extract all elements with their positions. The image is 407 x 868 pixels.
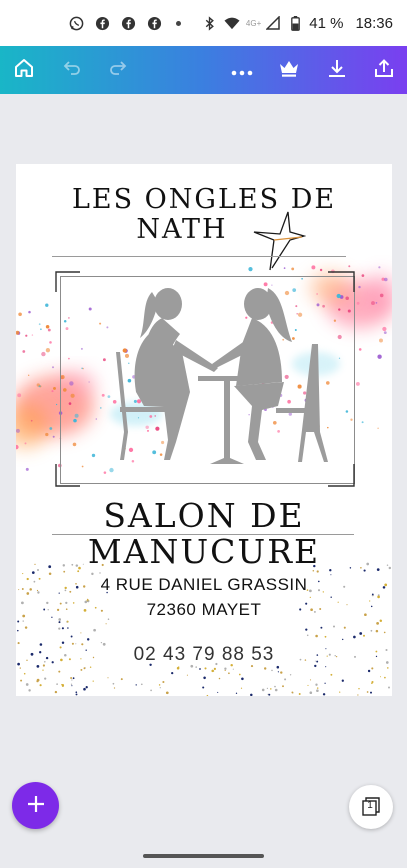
wifi-icon (224, 15, 240, 31)
heading-line2: MANUCURE (87, 532, 321, 571)
address-city: 72360 MAYET (146, 600, 262, 619)
share-icon (374, 58, 394, 82)
redo-icon (107, 57, 129, 83)
heading-line1: SALON DE (103, 496, 305, 535)
download-button[interactable] (317, 46, 357, 94)
more-options-button[interactable] (222, 46, 262, 94)
home-icon (13, 57, 35, 83)
undo-button[interactable] (52, 46, 92, 94)
premium-button[interactable] (269, 46, 309, 94)
battery-icon (287, 15, 303, 31)
home-button[interactable] (4, 46, 44, 94)
facebook-icon (120, 15, 136, 31)
undo-icon (61, 57, 83, 83)
share-button[interactable] (364, 46, 404, 94)
crown-icon (278, 58, 300, 82)
battery-percent: 41 % (309, 14, 344, 32)
more-dot-icon (176, 20, 181, 26)
status-bar: 4G+ 41 % 18:36 (0, 0, 407, 46)
page-count: 1 (367, 800, 373, 811)
design-canvas[interactable]: LES ONGLES DE NATH SALON DE MANUCURE 4 R… (16, 164, 392, 696)
signal-icon (265, 15, 281, 31)
facebook-icon (146, 15, 162, 31)
more-icon (231, 61, 253, 80)
network-type: 4G+ (245, 18, 262, 28)
facebook-icon (94, 15, 110, 31)
plus-icon (27, 795, 45, 817)
add-element-button[interactable] (12, 782, 59, 829)
address-street: 4 RUE DANIEL GRASSIN (100, 575, 308, 594)
bluetooth-icon (202, 15, 218, 31)
clock: 18:36 (355, 14, 393, 32)
phone-number: 02 43 79 88 53 (133, 644, 275, 665)
download-icon (327, 58, 347, 82)
pages-button[interactable]: 1 (349, 785, 393, 829)
home-indicator[interactable] (143, 854, 264, 858)
whatsapp-icon (68, 15, 84, 31)
redo-button[interactable] (98, 46, 138, 94)
manicure-silhouette-illustration (116, 288, 328, 464)
editor-toolbar (0, 46, 407, 94)
